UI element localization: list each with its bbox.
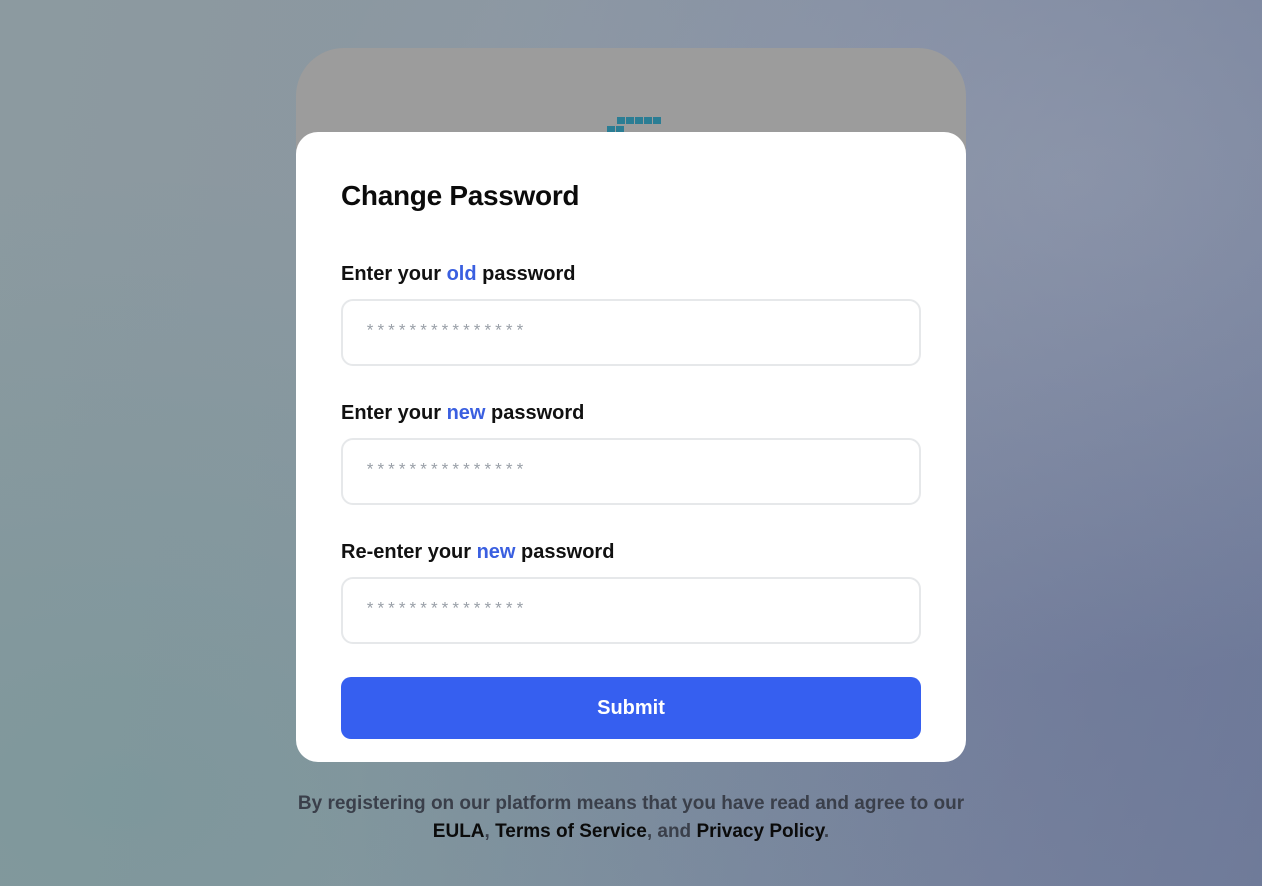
confirm-password-input[interactable]	[341, 577, 921, 644]
label-accent: new	[476, 541, 516, 563]
legal-separator: ,	[484, 821, 496, 842]
confirm-password-label: Re-enter your new password	[341, 540, 921, 564]
label-text: password	[485, 402, 585, 424]
terms-of-service-link[interactable]: Terms of Service	[495, 821, 647, 842]
new-password-input[interactable]	[341, 438, 921, 505]
old-password-input[interactable]	[341, 299, 921, 366]
label-text: Enter your	[341, 402, 447, 424]
modal-title: Change Password	[341, 180, 580, 211]
label-accent: new	[446, 402, 486, 424]
privacy-policy-link[interactable]: Privacy Policy	[696, 821, 823, 842]
label-text: Re-enter your	[341, 541, 477, 563]
legal-period: .	[823, 821, 830, 842]
legal-separator: , and	[646, 821, 697, 842]
eula-link[interactable]: EULA	[433, 821, 485, 842]
label-text: password	[476, 263, 576, 285]
change-password-modal: Change Password Enter your old password …	[296, 132, 966, 762]
submit-button[interactable]: Submit	[341, 677, 921, 739]
new-password-label: Enter your new password	[341, 401, 921, 425]
old-password-label: Enter your old password	[341, 262, 921, 286]
label-text: password	[515, 541, 615, 563]
legal-text: By registering on our platform means tha…	[297, 793, 965, 814]
label-text: Enter your	[341, 263, 447, 285]
legal-notice: By registering on our platform means tha…	[296, 790, 966, 846]
label-accent: old	[446, 263, 477, 285]
